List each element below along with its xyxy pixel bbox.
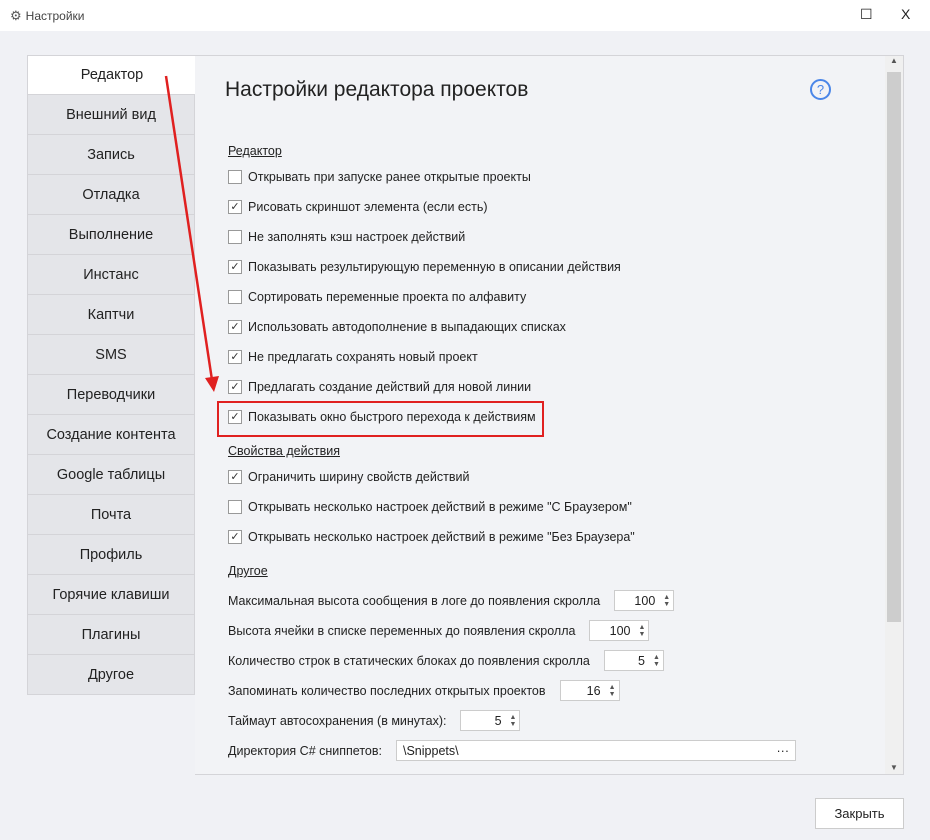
close-button[interactable]: Закрыть bbox=[815, 798, 904, 829]
red-arrow bbox=[164, 75, 219, 392]
